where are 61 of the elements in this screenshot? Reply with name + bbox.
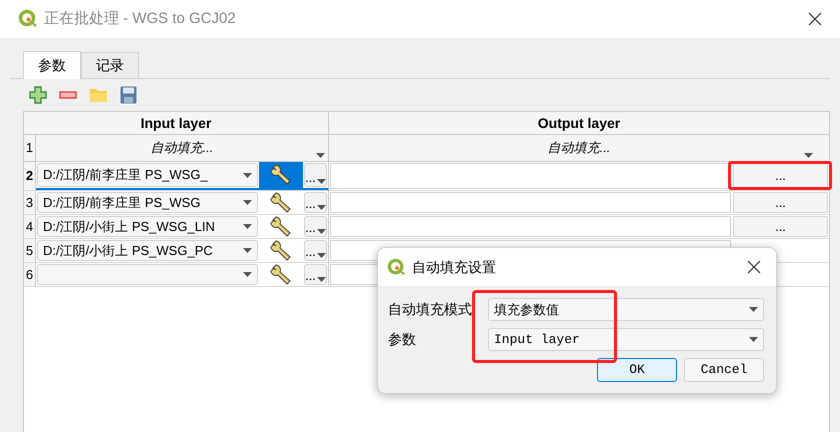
field-label: 参数 bbox=[388, 330, 417, 349]
tab[interactable]: 参数 bbox=[23, 51, 81, 79]
dropdown-caret-icon bbox=[316, 205, 326, 210]
row-number: 2 bbox=[26, 167, 34, 186]
dialog-button[interactable]: OK bbox=[597, 358, 677, 382]
dropdown-caret-icon bbox=[804, 153, 813, 158]
output-field[interactable] bbox=[330, 163, 731, 189]
dropdown-caret-icon bbox=[243, 224, 252, 229]
dropdown-caret-icon bbox=[749, 337, 758, 342]
browse-button[interactable]: ... bbox=[304, 192, 327, 213]
wrench-icon bbox=[270, 192, 292, 214]
dropdown-caret-icon bbox=[316, 277, 326, 282]
field-label: 自动填充模式 bbox=[388, 300, 473, 319]
browse-button[interactable]: ... bbox=[733, 192, 828, 213]
wrench-icon bbox=[270, 264, 292, 286]
wrench-button[interactable] bbox=[259, 162, 303, 188]
row-number: 3 bbox=[26, 194, 34, 212]
dropdown-caret-icon bbox=[316, 179, 326, 184]
autofill-dropdown[interactable]: 自动填充... bbox=[329, 135, 829, 161]
row-number: 1 bbox=[26, 139, 34, 158]
dropdown-caret-icon bbox=[749, 307, 758, 312]
dropdown[interactable]: 填充参数值 bbox=[488, 298, 764, 321]
dropdown-caret-icon bbox=[316, 253, 326, 258]
row-number: 4 bbox=[26, 218, 34, 236]
close-icon[interactable] bbox=[747, 260, 761, 274]
layer-combo[interactable]: D:/江阴/前李庄里 PS_WSG bbox=[37, 192, 258, 213]
browse-button[interactable]: ... bbox=[733, 216, 828, 237]
layer-combo[interactable]: D:/江阴/前李庄里 PS_WSG_ bbox=[37, 163, 258, 187]
add-icon[interactable] bbox=[29, 86, 47, 104]
layer-combo[interactable]: D:/江阴/小街上 PS_WSG_PC bbox=[37, 240, 258, 261]
dropdown-caret-icon bbox=[316, 229, 326, 234]
dialog-button[interactable]: Cancel bbox=[684, 358, 764, 382]
close-icon[interactable] bbox=[808, 12, 822, 26]
wrench-icon bbox=[270, 216, 292, 238]
app-logo-icon bbox=[387, 258, 406, 276]
row-number: 6 bbox=[26, 266, 34, 284]
autofill-dropdown[interactable]: 自动填充... bbox=[36, 135, 329, 161]
browse-button[interactable]: ... bbox=[304, 216, 327, 237]
save-icon[interactable] bbox=[120, 86, 137, 104]
remove-icon[interactable] bbox=[59, 91, 77, 99]
dropdown-caret-icon bbox=[243, 200, 252, 205]
tab[interactable]: 记录 bbox=[81, 52, 139, 78]
dropdown-caret-icon bbox=[243, 272, 252, 277]
dropdown-caret-icon bbox=[316, 153, 325, 158]
dropdown[interactable]: Input layer bbox=[488, 328, 764, 351]
browse-button[interactable]: ... bbox=[304, 240, 327, 261]
output-field[interactable] bbox=[330, 192, 731, 213]
dialog-title: 自动填充设置 bbox=[412, 258, 496, 276]
column-header: Input layer bbox=[140, 114, 212, 133]
window-title: 正在批处理 - WGS to GCJ02 bbox=[44, 8, 237, 29]
wrench-icon bbox=[270, 164, 292, 186]
browse-button[interactable]: ... bbox=[304, 163, 327, 187]
dropdown-caret-icon bbox=[243, 172, 252, 178]
wrench-icon bbox=[270, 240, 292, 262]
dropdown-caret-icon bbox=[243, 248, 252, 253]
browse-button[interactable]: ... bbox=[304, 264, 327, 285]
column-header: Output layer bbox=[538, 114, 620, 133]
app-logo-icon bbox=[18, 9, 38, 29]
row-number: 5 bbox=[26, 242, 34, 260]
layer-combo[interactable]: D:/江阴/小街上 PS_WSG_LIN bbox=[37, 216, 258, 237]
output-field[interactable] bbox=[330, 216, 731, 237]
